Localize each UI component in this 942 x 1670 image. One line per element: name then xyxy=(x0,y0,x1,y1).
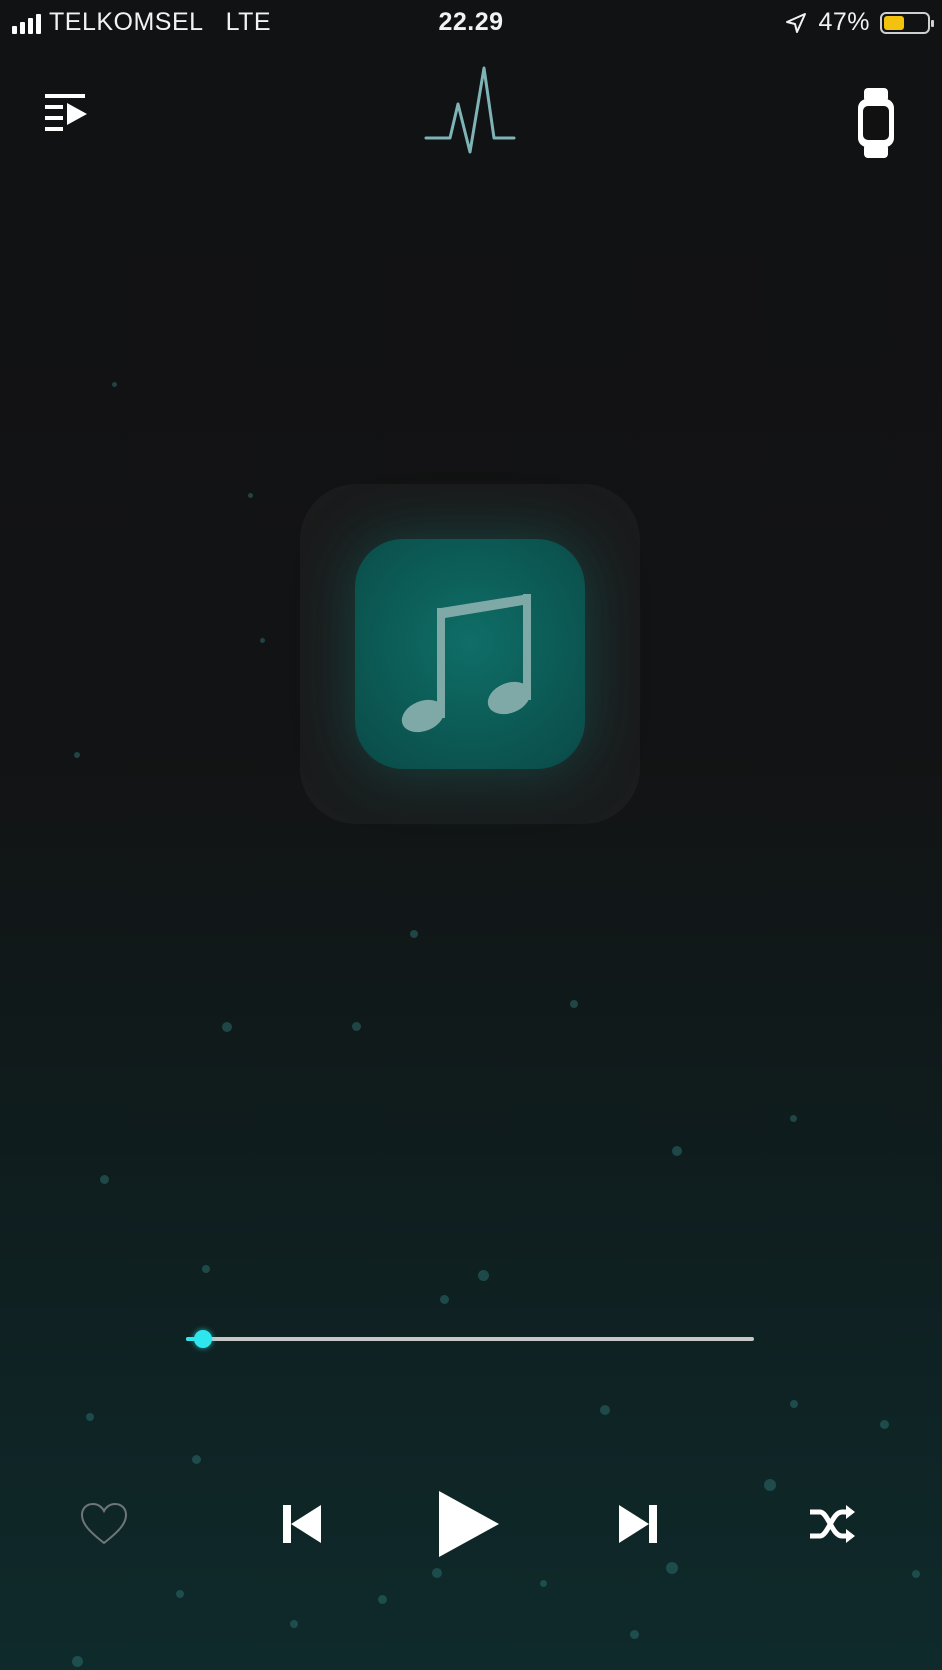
heart-icon xyxy=(80,1502,128,1545)
play-icon xyxy=(439,1491,499,1557)
app-logo xyxy=(424,66,516,158)
watch-button[interactable] xyxy=(852,86,900,160)
shuffle-button[interactable] xyxy=(804,1496,860,1552)
status-bar: TELKOMSEL LTE 22.29 47% xyxy=(0,0,942,44)
shuffle-icon xyxy=(810,1505,855,1543)
battery-level-fill xyxy=(884,15,904,30)
waveform-logo-icon xyxy=(424,66,516,154)
like-button[interactable] xyxy=(76,1496,132,1552)
album-artwork-frame xyxy=(300,484,640,824)
queue-button[interactable] xyxy=(36,84,96,140)
apple-watch-icon xyxy=(858,88,894,158)
previous-button[interactable] xyxy=(274,1496,330,1552)
progress-track xyxy=(186,1337,754,1341)
music-note-icon xyxy=(401,594,531,733)
location-arrow-icon xyxy=(786,12,807,33)
particle-background xyxy=(0,0,942,1670)
skip-next-icon xyxy=(619,1505,657,1543)
battery-percentage: 47% xyxy=(818,8,870,36)
play-button[interactable] xyxy=(428,1484,504,1564)
skip-previous-icon xyxy=(283,1505,321,1543)
playback-progress-slider[interactable] xyxy=(186,1330,754,1348)
battery-icon xyxy=(880,11,934,34)
playlist-icon xyxy=(45,94,87,131)
album-artwork xyxy=(355,539,585,769)
progress-thumb[interactable] xyxy=(194,1330,213,1348)
next-button[interactable] xyxy=(610,1496,666,1552)
